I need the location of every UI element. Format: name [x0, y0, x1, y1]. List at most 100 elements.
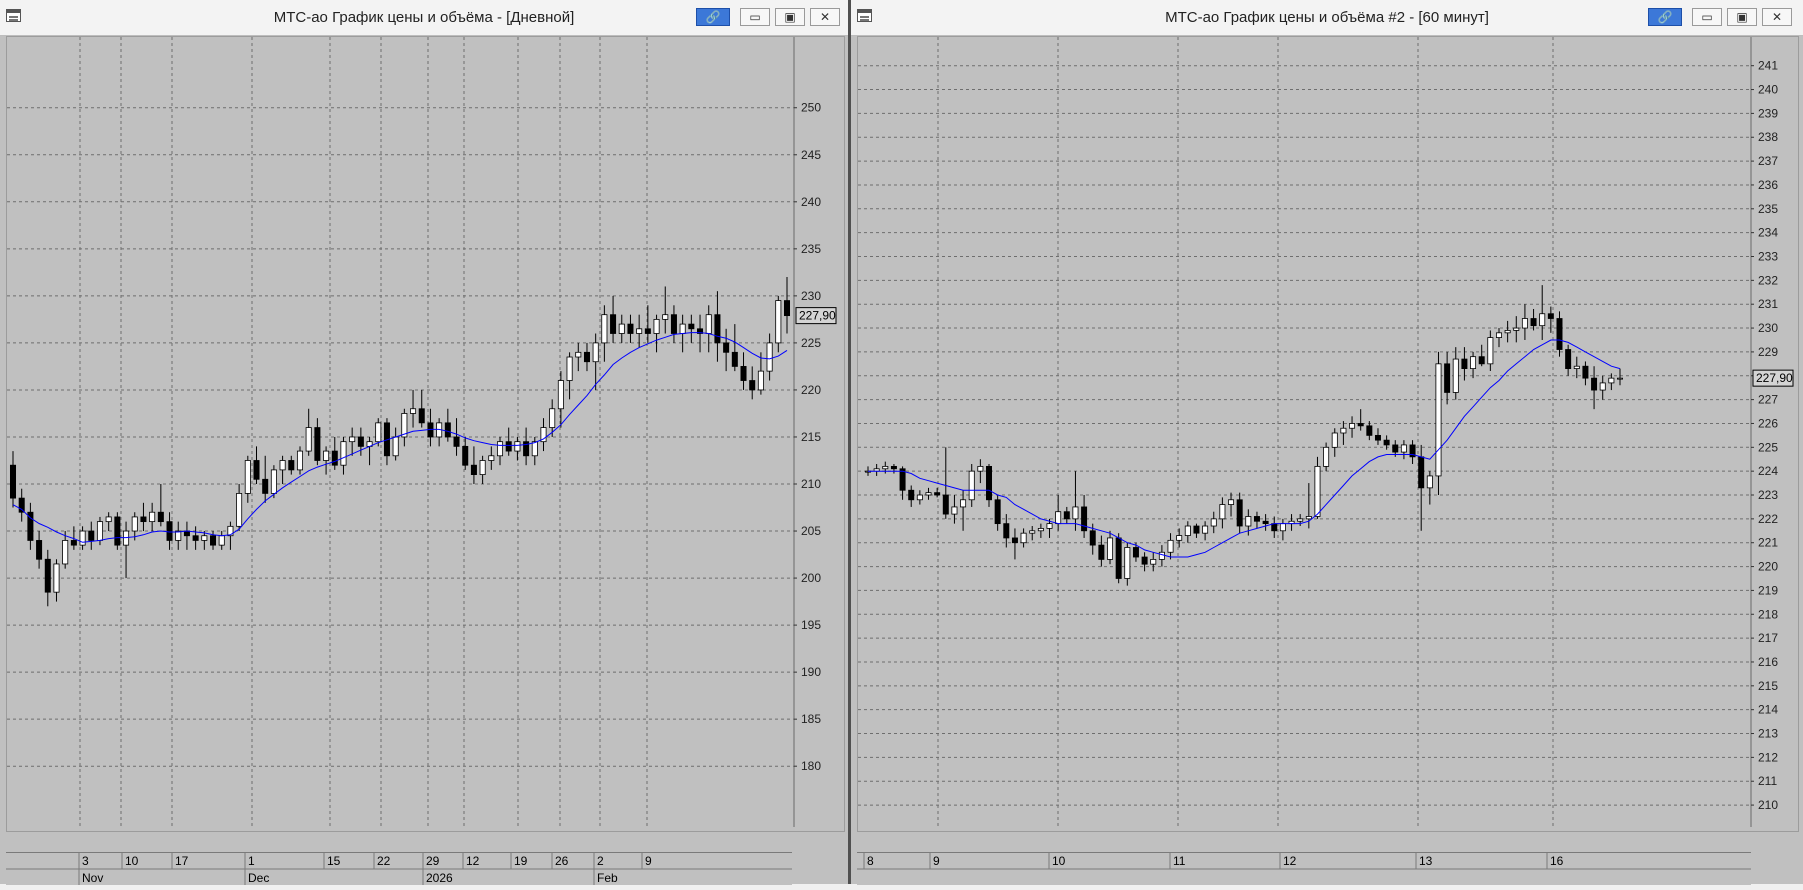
candle[interactable]	[114, 512, 121, 550]
candle-body	[1210, 518, 1217, 527]
price-chart-svg[interactable]: 180 185 190 195 200 205 210 215 220 225 230 235 240 2…	[7, 37, 844, 846]
candle-body	[583, 351, 590, 363]
candle-body	[1366, 425, 1373, 436]
x-tick-label: 13	[1419, 854, 1433, 868]
candle-body	[1202, 525, 1209, 534]
candle-body	[253, 460, 260, 480]
candle[interactable]	[1115, 533, 1122, 584]
candle-body	[749, 380, 756, 391]
y-tick-label: 214	[1758, 703, 1778, 717]
maximize-button[interactable]: ▣	[775, 8, 805, 26]
candle-body	[601, 314, 608, 344]
candle-body	[1115, 537, 1122, 579]
candle-body	[644, 328, 651, 334]
title-bar[interactable]: МТС-ао График цены и объёма #2 - [60 мин…	[851, 0, 1803, 36]
daily-chart-window[interactable]: МТС-ао График цены и объёма - [Дневной] …	[0, 0, 848, 885]
candle-body	[1495, 332, 1502, 338]
maximize-button[interactable]: ▣	[1727, 8, 1757, 26]
candle-body	[79, 530, 86, 546]
price-chart-area[interactable]: 210 211 212 213 214 215 216 217 218 219 220 221 222 2…	[857, 36, 1799, 846]
y-axis: 210 211 212 213 214 215 216 217 218 219 220 221 222 2…	[1751, 59, 1778, 812]
candle-body	[410, 408, 417, 414]
y-tick-label: 240	[1758, 83, 1778, 97]
price-chart-svg[interactable]: 210 211 212 213 214 215 216 217 218 219 220 221 222 2…	[858, 37, 1798, 846]
candle-body	[1374, 434, 1381, 441]
candle-body	[1046, 523, 1053, 529]
candle-body	[305, 427, 312, 452]
candle-body	[140, 516, 147, 523]
candle-body	[1020, 532, 1027, 544]
x-tick-label: 9	[933, 854, 940, 868]
candle-body	[662, 314, 669, 320]
candle-body	[1591, 377, 1598, 391]
hourly-chart-window[interactable]: МТС-ао График цены и объёма #2 - [60 мин…	[851, 0, 1803, 885]
candle[interactable]	[1314, 456, 1321, 519]
candle-body	[908, 489, 915, 501]
price-chart-area[interactable]: 180 185 190 195 200 205 210 215 220 225 230 235 240 2…	[6, 36, 845, 846]
candle-body	[783, 300, 791, 317]
candle-body	[531, 441, 538, 457]
candle-body	[453, 436, 460, 447]
x-tick-label: 10	[1052, 854, 1066, 868]
y-tick-label: 241	[1758, 59, 1778, 73]
candle-body	[636, 328, 643, 334]
minimize-button[interactable]: ▭	[1692, 8, 1722, 26]
candle-body	[1392, 444, 1399, 453]
candle-body	[1219, 504, 1226, 520]
candle-body	[1314, 465, 1321, 517]
candle-body	[262, 478, 269, 494]
candle[interactable]	[1435, 351, 1442, 496]
candle-body	[1340, 427, 1347, 434]
candle-body	[1055, 511, 1062, 525]
candle-body	[70, 540, 77, 546]
y-tick-label: 205	[801, 524, 821, 538]
candle-body	[1081, 506, 1088, 532]
last-price-label: 227,90	[1756, 371, 1793, 385]
close-button[interactable]: ✕	[1762, 8, 1792, 26]
y-tick-label: 210	[1758, 798, 1778, 812]
candle-body	[131, 516, 138, 532]
y-tick-label: 219	[1758, 583, 1778, 597]
date-axis[interactable]: 3 10 17 1 15 22 29 12 19 26 2 9 Nov Dec 2026 Feb	[6, 852, 792, 885]
minimize-button[interactable]: ▭	[740, 8, 770, 26]
candle-body	[775, 300, 782, 344]
y-tick-label: 195	[801, 618, 821, 632]
link-button[interactable]: 🔗	[1648, 8, 1682, 26]
candle-body	[1452, 358, 1459, 393]
candle-body	[688, 323, 695, 330]
candle-body	[1271, 523, 1278, 532]
link-button[interactable]: 🔗	[696, 8, 730, 26]
candle-body	[951, 506, 958, 515]
candle-body	[105, 516, 112, 523]
candle-body	[462, 445, 469, 466]
candle-body	[375, 422, 382, 443]
close-button[interactable]: ✕	[810, 8, 840, 26]
candle-body	[925, 492, 932, 496]
y-tick-label: 225	[1758, 440, 1778, 454]
candle-body	[444, 422, 451, 438]
candle-body	[740, 366, 747, 381]
candle-body	[1029, 530, 1036, 534]
y-tick-label: 185	[801, 712, 821, 726]
candle-body	[1444, 363, 1451, 393]
date-axis-svg: 3 10 17 1 15 22 29 12 19 26 2 9Nov Dec 2026 Feb	[6, 853, 792, 885]
candle-body	[1072, 506, 1079, 520]
candle-body	[183, 530, 190, 537]
candle[interactable]	[1556, 311, 1563, 357]
candle-body	[916, 494, 923, 501]
date-axis[interactable]: 8 9 10 11 12 13 16	[857, 852, 1751, 885]
y-tick-label: 210	[801, 477, 821, 491]
y-tick-label: 213	[1758, 727, 1778, 741]
candle-body	[1599, 382, 1606, 391]
candle-body	[1608, 377, 1615, 384]
title-bar[interactable]: МТС-ао График цены и объёма - [Дневной] …	[0, 0, 848, 36]
candle-body	[505, 441, 512, 452]
candle-body	[1617, 377, 1623, 380]
y-tick-label: 221	[1758, 536, 1778, 550]
candle-body	[549, 408, 556, 428]
candle-body	[1167, 539, 1174, 553]
candle-body	[1349, 423, 1356, 429]
y-tick-label: 180	[801, 759, 821, 773]
candle-body	[270, 469, 277, 494]
x-tick-label: 26	[555, 854, 569, 868]
